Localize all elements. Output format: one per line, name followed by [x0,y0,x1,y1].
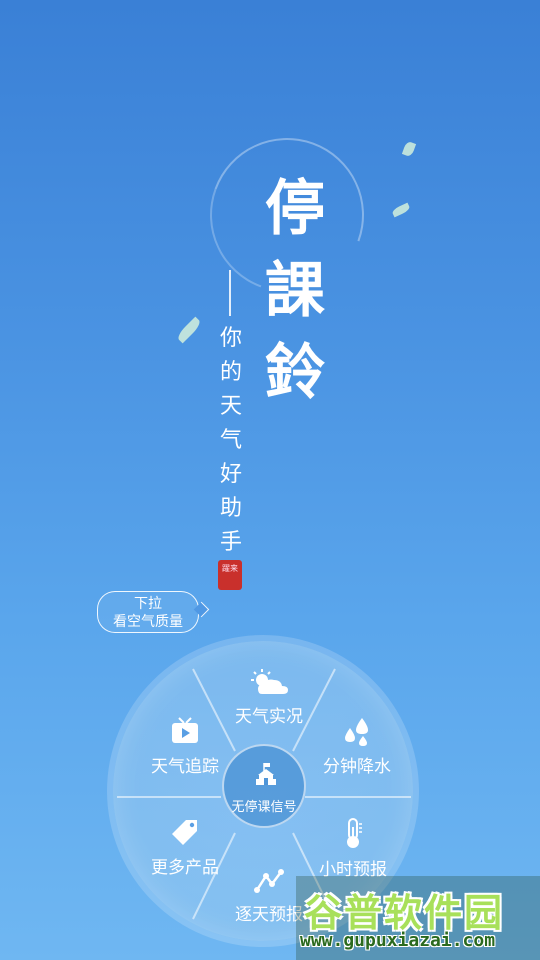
center-signal-label: 无停课信号 [231,800,297,815]
minute-precipitation-button[interactable]: 分钟降水 [312,716,402,777]
hint-line-1: 下拉 [134,596,162,612]
thermometer-icon [347,818,362,848]
leaf-decoration [175,316,203,344]
minute-precipitation-label: 分钟降水 [323,757,391,777]
subtitle-char: 天 [219,394,242,419]
subtitle-char: 气 [219,428,242,453]
subtitle-char: 手 [219,530,242,555]
tag-icon [172,820,197,845]
no-class-suspension-signal-button[interactable]: 无停课信号 [222,744,306,828]
trend-icon [254,869,284,893]
hint-line-2: 看空气质量 [113,614,183,630]
leaf-decoration [391,202,411,218]
app-title-char: 停 [265,174,325,244]
app-title-char: 鈴 [265,338,325,408]
weather-tracking-button[interactable]: 天气追踪 [140,716,230,777]
watermark: 谷普软件园 www.gupuxiazai.com [296,876,540,960]
subtitle-char: 你 [219,326,242,351]
watermark-url: www.gupuxiazai.com [300,930,496,951]
hourly-forecast-button[interactable]: 小时预报 [308,817,398,880]
school-icon [256,763,276,785]
red-seal: 躍来 [218,560,242,590]
tv-icon [172,717,198,743]
subtitle-dash [229,270,231,316]
weather-now-label: 天气实况 [235,707,303,727]
pull-down-air-quality-hint[interactable]: 下拉 看空气质量 [97,591,199,633]
leaf-decoration [401,140,417,158]
subtitle-char: 好 [219,462,242,487]
subtitle-char: 助 [219,496,242,521]
app-title: 停 課 鈴 [255,168,335,414]
app-subtitle: 你 的 天 气 好 助 手 [216,322,246,560]
watermark-title: 谷普软件园 [304,891,505,935]
app-title-char: 課 [265,256,325,326]
subtitle-char: 的 [219,360,242,385]
more-products-button[interactable]: 更多产品 [140,817,230,878]
weather-tracking-label: 天气追踪 [151,757,219,777]
raindrops-icon [345,718,368,746]
more-products-label: 更多产品 [151,858,219,878]
sun-cloud-icon [251,669,288,694]
weather-now-button[interactable]: 天气实况 [224,668,314,727]
